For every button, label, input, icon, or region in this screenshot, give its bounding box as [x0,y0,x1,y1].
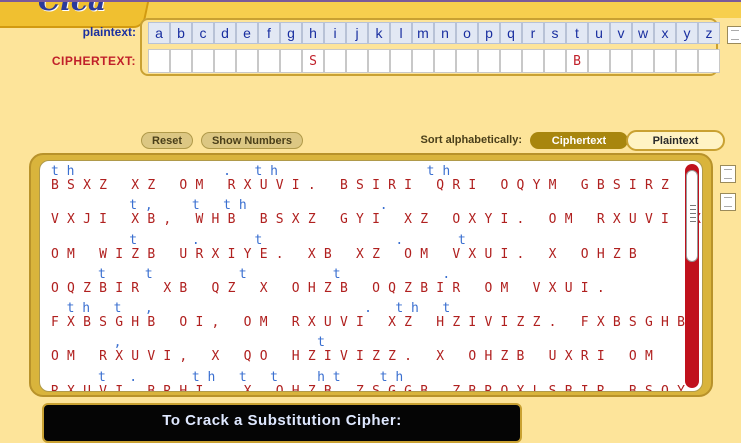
cipher-letter-input[interactable] [654,49,676,73]
cipher-letter-input[interactable]: S [302,49,324,73]
plaintext-letter: b [170,22,192,44]
plaintext-letter: a [148,22,170,44]
plaintext-letter: c [192,22,214,44]
plaintext-letter: h [302,22,324,44]
plaintext-guess-line: t . t h t t h t t h [51,369,404,385]
cipher-letter-input[interactable] [148,49,170,73]
cipher-letter-input[interactable] [324,49,346,73]
cipher-letter-input[interactable] [676,49,698,73]
plaintext-guess-line: t , t t h . [51,198,388,214]
plaintext-letter: y [676,22,698,44]
plaintext-letter: f [258,22,280,44]
puzzle-line: t , t t h .V X J I X B , W H B B S X Z G… [51,198,701,233]
puzzle-line: t . t . tO M W I Z B U R X I Y E . X B X… [51,234,681,268]
plaintext-guess-line: t t t t . [51,266,451,282]
ciphertext-line[interactable]: R X U V I B R H I . X O H Z B Z S G G B … [51,384,685,391]
vertical-scrollbar[interactable] [685,164,699,388]
cipher-letter-input[interactable] [368,49,390,73]
ciphertext-line[interactable]: O M R X U V I , X Q O H Z I V I Z Z . X … [51,349,681,365]
cipher-letter-input[interactable] [456,49,478,73]
logo: Cica [38,0,107,17]
ciphertext-line[interactable]: O M W I Z B U R X I Y E . X B X Z O M V … [51,247,681,263]
cipher-letter-input[interactable] [412,49,434,73]
plaintext-letter: g [280,22,302,44]
plaintext-letter: v [610,22,632,44]
cipher-letter-input[interactable] [544,49,566,73]
puzzle-line: t h . t h t hB S X Z X Z O M R X U V I .… [51,165,681,199]
plaintext-letter: e [236,22,258,44]
cipher-letter-input[interactable] [192,49,214,73]
top-border [0,0,741,2]
cipher-letter-input[interactable] [478,49,500,73]
cipher-letter-input[interactable] [258,49,280,73]
cipher-letter-input[interactable]: B [566,49,588,73]
plaintext-letter: l [390,22,412,44]
cipher-letter-input[interactable] [236,49,258,73]
plaintext-guess-line: t . t . t [51,232,466,248]
reset-button[interactable]: Reset [141,132,193,149]
plaintext-letter: x [654,22,676,44]
plaintext-label: plaintext: [82,25,136,39]
plaintext-letter: d [214,22,236,44]
sort-plaintext-button[interactable]: Plaintext [626,130,725,151]
plaintext-letter: z [698,22,720,44]
plaintext-letter: u [588,22,610,44]
puzzle-line: t . t h t t h t t hR X U V I B R H I . X… [51,369,685,391]
cipher-letter-input[interactable] [500,49,522,73]
cipher-letter-input[interactable] [434,49,456,73]
cipher-letter-input[interactable] [522,49,544,73]
plaintext-letter: m [412,22,434,44]
cipher-letter-input[interactable] [632,49,654,73]
plaintext-alphabet-row: abcdefghijklmnopqrstuvwxyz [148,22,720,44]
ciphertext-label: CIPHERTEXT: [51,54,136,68]
puzzle-line: t t t t .O Q Z B I R X B Q Z X O H Z B O… [51,268,681,302]
plaintext-letter: q [500,22,522,44]
scrollbar-thumb[interactable] [686,170,698,262]
plaintext-guess-line: , t [51,335,325,351]
plaintext-letter: t [566,22,588,44]
cipher-letter-input[interactable] [214,49,236,73]
sort-label: Sort alphabetically: [420,134,522,146]
plaintext-letter: o [456,22,478,44]
plaintext-letter: r [522,22,544,44]
sort-ciphertext-button[interactable]: Ciphertext [530,132,628,149]
cipher-letter-input[interactable] [280,49,302,73]
cipher-letter-input[interactable] [610,49,632,73]
plaintext-letter: j [346,22,368,44]
ciphertext-line[interactable]: F X B S G H B O I , O M R X U V I X Z H … [51,315,685,331]
puzzle-panel: t h . t h t hB S X Z X Z O M R X U V I .… [39,160,703,392]
banner-title: To Crack a Substitution Cipher: [162,412,402,429]
cipher-letter-input[interactable] [346,49,368,73]
cipher-letter-input[interactable] [588,49,610,73]
instructions-banner: To Crack a Substitution Cipher: [42,403,522,443]
ciphertext-line[interactable]: O Q Z B I R X B Q Z X O H Z B O Q Z B I … [51,281,681,297]
cipher-letter-input[interactable] [170,49,192,73]
plaintext-guess-line: t h t , . t h t [51,301,451,317]
cipher-letter-input[interactable] [698,49,720,73]
cipher-letter-input[interactable] [390,49,412,73]
ciphertext-line[interactable]: B S X Z X Z O M R X U V I . B S I R I Q … [51,178,681,194]
ciphertext-key-row: SB [148,49,720,73]
puzzle-line: t h t , . t h tF X B S G H B O I , O M R… [51,301,685,336]
plaintext-letter: p [478,22,500,44]
plaintext-letter: s [544,22,566,44]
puzzle-text[interactable]: t h . t h t hB S X Z X Z O M R X U V I .… [51,165,701,391]
plaintext-letter: i [324,22,346,44]
paste-icon[interactable] [720,193,736,211]
copy-icon[interactable] [720,165,736,183]
plaintext-letter: n [434,22,456,44]
puzzle-line: , tO M R X U V I , X Q O H Z I V I Z Z .… [51,336,681,370]
show-numbers-button[interactable]: Show Numbers [201,132,303,149]
document-icon[interactable] [727,26,741,44]
ciphertext-line[interactable]: V X J I X B , W H B B S X Z G Y I X Z O … [51,212,701,228]
plaintext-letter: w [632,22,654,44]
plaintext-guess-line: t h . t h t h [51,164,451,179]
plaintext-letter: k [368,22,390,44]
